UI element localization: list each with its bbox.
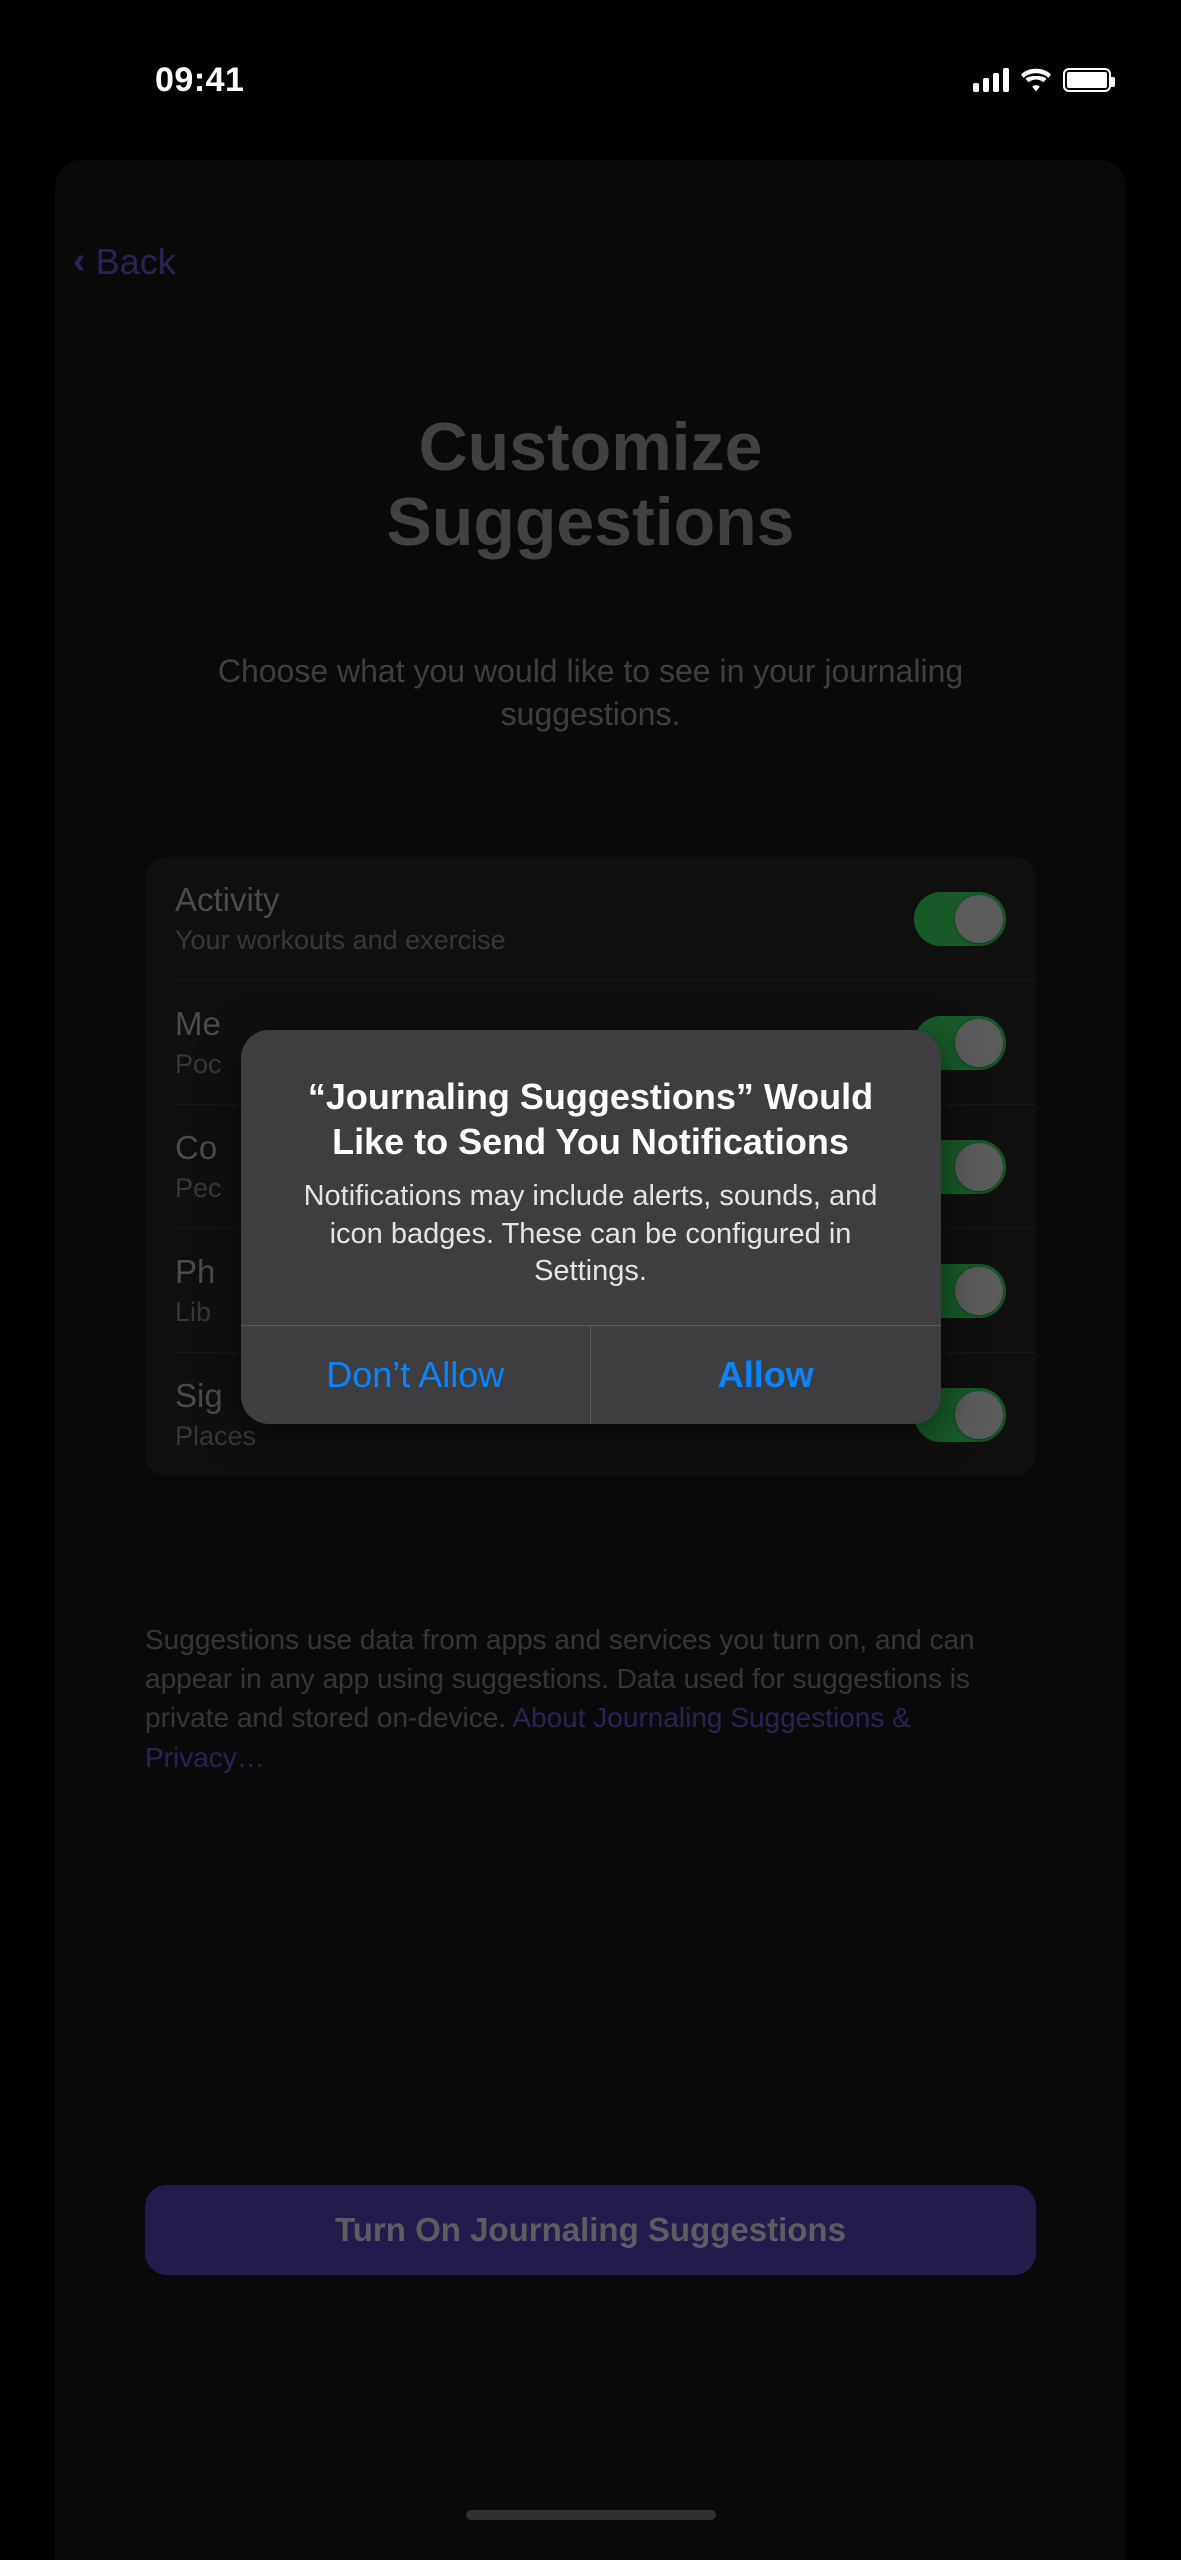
wifi-icon	[1021, 68, 1051, 92]
alert-message: Notifications may include alerts, sounds…	[281, 1178, 901, 1291]
status-bar-overlay: 09:41	[0, 55, 1181, 105]
dont-allow-button[interactable]: Don’t Allow	[241, 1326, 591, 1424]
allow-button[interactable]: Allow	[590, 1326, 941, 1424]
status-time: 09:41	[155, 61, 244, 100]
notification-permission-alert: “Journaling Suggestions” Would Like to S…	[241, 1030, 941, 1424]
status-icons	[973, 68, 1111, 92]
cellular-signal-icon	[973, 68, 1009, 92]
battery-icon	[1063, 68, 1111, 92]
alert-title: “Journaling Suggestions” Would Like to S…	[281, 1074, 901, 1164]
phone-screen: 09:41 ‹ Back Customize Suggestions Choos…	[0, 0, 1181, 2560]
